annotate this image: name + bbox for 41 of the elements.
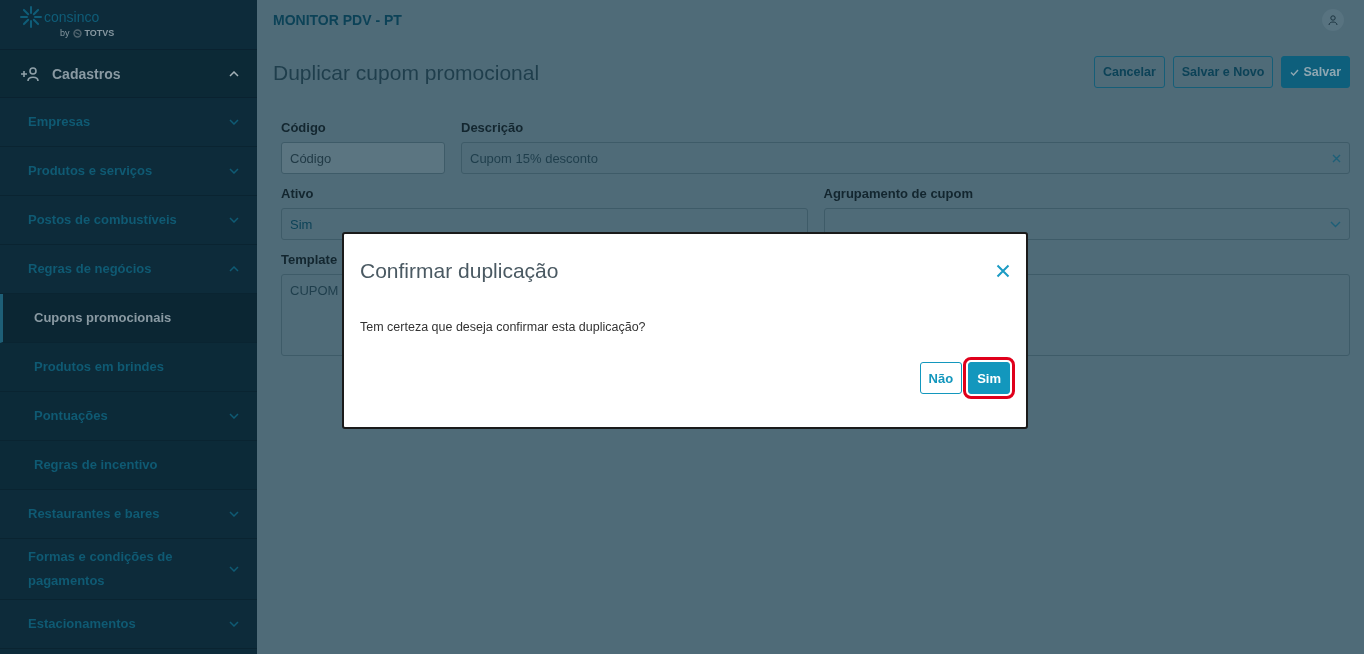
check-icon	[1290, 68, 1300, 76]
sidebar-section-header[interactable]: Cadastros	[0, 49, 257, 98]
field-label: Template	[281, 252, 339, 268]
logo-by-text: by	[60, 28, 70, 38]
starburst-icon	[20, 6, 42, 28]
save-button[interactable]: Salvar	[1281, 56, 1350, 88]
chevron-down-icon	[229, 217, 239, 223]
chevron-down-icon	[229, 511, 239, 517]
dialog-title: Confirmar duplicação	[360, 259, 559, 283]
user-icon	[1328, 15, 1338, 25]
dialog-message: Tem certeza que deseja confirmar esta duplicação?	[360, 319, 647, 336]
app-title: MONITOR PDV - PT	[273, 12, 402, 28]
user-avatar-button[interactable]	[1322, 9, 1344, 31]
chevron-down-icon	[229, 413, 239, 419]
chevron-up-icon	[229, 266, 239, 272]
chevron-down-icon	[229, 168, 239, 174]
action-button[interactable]: Salvar e Novo	[1172, 56, 1274, 88]
sidebar-item[interactable]: Formas e condições de pagamentos	[0, 539, 257, 600]
logo-brand-text: TOTVS	[84, 28, 115, 38]
chevron-down-icon	[229, 566, 239, 572]
circle-logo-icon	[72, 28, 82, 38]
sidebar-item[interactable]: Postos de combustíveis	[0, 196, 257, 245]
chevron-down-icon	[229, 621, 239, 627]
cancel-button[interactable]: Não	[919, 362, 963, 394]
add-user-icon	[20, 66, 40, 81]
field-label: Agrupamento de cupom	[823, 186, 974, 202]
sidebar-item[interactable]: Cupons promocionais	[0, 294, 257, 343]
sidebar-item[interactable]: Restaurantes e bares	[0, 490, 257, 539]
chevron-up-icon	[229, 70, 239, 77]
action-button[interactable]: Cancelar	[1093, 56, 1165, 88]
sidebar-item[interactable]: Empresas	[0, 98, 257, 147]
logo-text: consinco	[44, 9, 100, 25]
coupon-group-select[interactable]	[823, 208, 1350, 240]
sidebar-item[interactable]: Estacionamentos	[0, 600, 257, 649]
field-label: Código	[281, 120, 327, 136]
close-icon[interactable]	[996, 264, 1010, 278]
sidebar-item[interactable]: Produtos e serviços	[0, 147, 257, 196]
chevron-down-icon	[1330, 220, 1341, 228]
field-label: Descrição	[461, 120, 525, 136]
chevron-down-icon	[229, 119, 239, 125]
field-label: Ativo	[281, 186, 315, 202]
